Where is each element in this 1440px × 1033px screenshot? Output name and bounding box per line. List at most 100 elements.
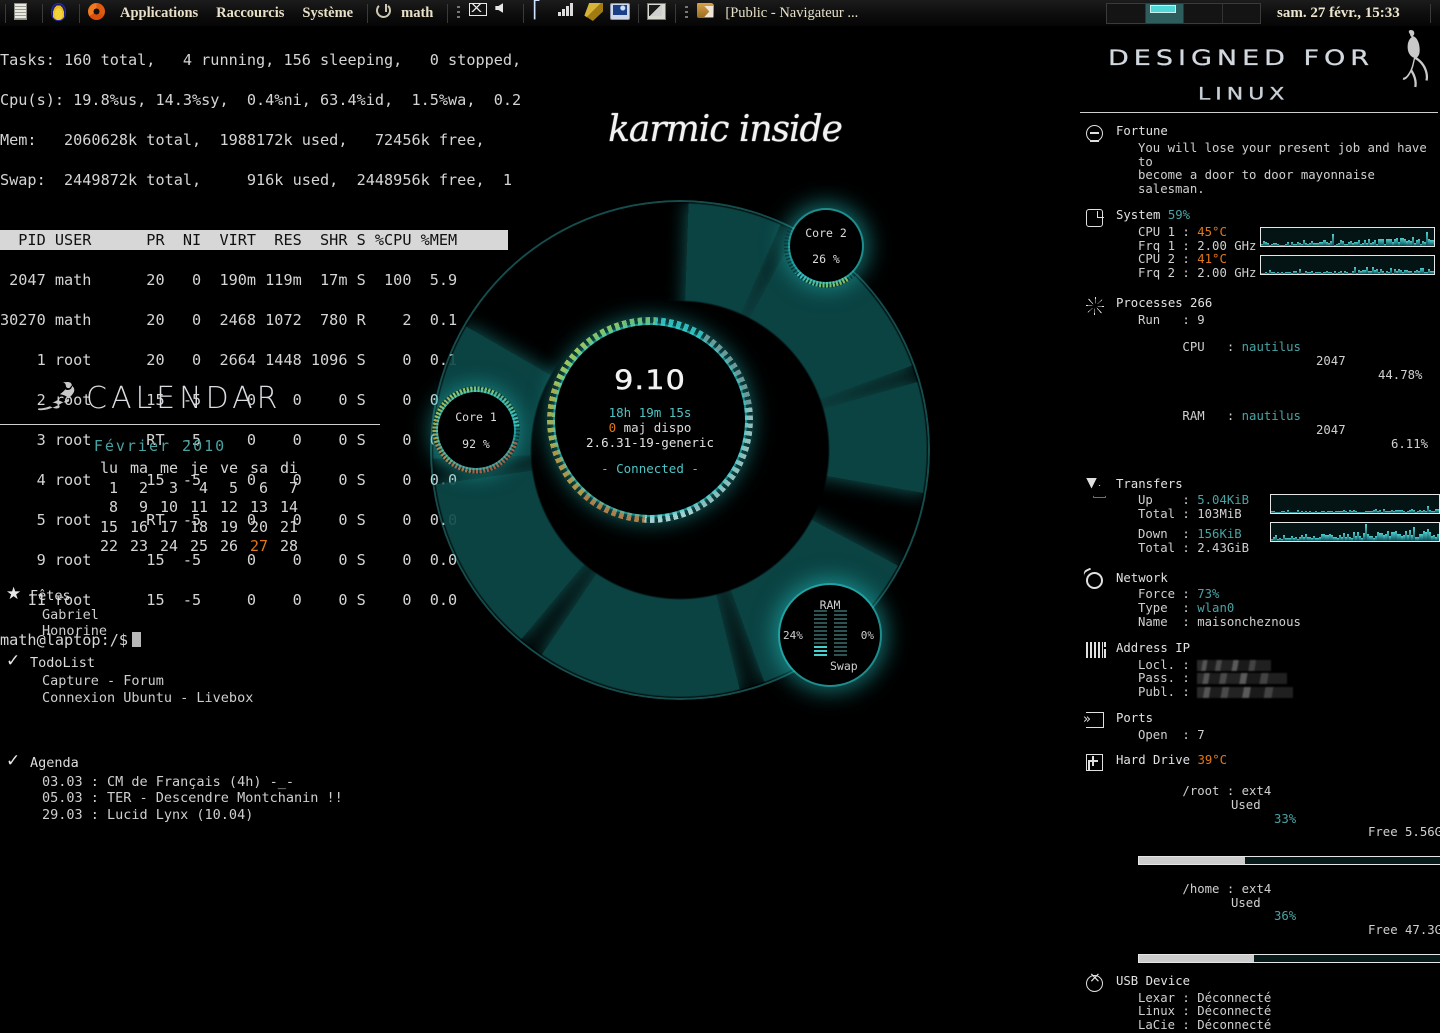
network-icon xyxy=(1086,571,1106,592)
panel-separator xyxy=(675,3,677,23)
swap-bar xyxy=(834,610,847,658)
terminal-summary-line: Tasks: 160 total, 4 running, 156 sleepin… xyxy=(0,51,522,69)
hard-drive-icon xyxy=(1086,754,1106,774)
session-user-label[interactable]: math xyxy=(399,5,442,22)
calendar-day: 20 xyxy=(249,517,268,536)
cpu2-graph xyxy=(1260,254,1435,275)
calendar-day: 22 xyxy=(99,537,118,555)
folder-icon[interactable] xyxy=(697,3,717,23)
banner-line-1: DESIGNED FOR xyxy=(1108,46,1375,71)
processes-row: Run : 9 xyxy=(1138,312,1205,327)
system-load: 59% xyxy=(1167,207,1191,222)
woman-silhouette-icon xyxy=(1394,28,1434,98)
root-usage-bar xyxy=(1138,856,1440,866)
panel-separator xyxy=(523,3,525,23)
list-item: Capture - Forum xyxy=(42,673,164,689)
upload-graph xyxy=(1270,493,1440,514)
hard-drive-section: Hard Drive 39°C /root : ext4 Used 33% Fr… xyxy=(1080,754,1440,963)
list-item: Connexion Ubuntu - Livebox xyxy=(42,689,254,706)
todo-agenda-widget: ★ Fêtes Gabriel Honorine ✓ TodoList Capt… xyxy=(0,586,420,840)
designed-for-linux-banner: DESIGNED FOR LINUX xyxy=(1080,30,1440,112)
upload-rate: 5.04KiB xyxy=(1197,493,1250,508)
taskbar-window-title[interactable]: [Public - Navigateur ... xyxy=(725,5,858,22)
cpu2-freq: 2.00 GHz xyxy=(1197,266,1257,281)
top-ram-process: nautilus xyxy=(1241,409,1301,424)
panel-separator xyxy=(79,3,80,23)
ports-icon xyxy=(1086,711,1106,732)
address-ip-section: Address IP Locl. : Pass. : Publ. : xyxy=(1080,640,1440,700)
uptime: 18h 19m 15s xyxy=(608,404,692,420)
weekday: ma xyxy=(129,459,148,477)
weekday: di xyxy=(279,459,298,477)
calendar-day: 5 xyxy=(228,478,238,497)
calendar-day: 15 xyxy=(99,517,118,536)
calendar-day: 14 xyxy=(279,498,298,516)
ssid-name: maisoncheznous xyxy=(1197,614,1301,629)
memory-node: RAM 24% 0% Swap xyxy=(780,585,880,685)
update-manager-icon[interactable] xyxy=(584,3,604,23)
core2-node: Core 2 26 % xyxy=(790,210,862,282)
panel-separator xyxy=(367,3,369,23)
volume-icon[interactable] xyxy=(495,3,515,23)
agenda-block: ✓ Agenda 03.03 : CM de Français (4h) -_-… xyxy=(0,753,420,822)
workspace-4[interactable] xyxy=(1223,4,1261,23)
upload-total: 103MiB xyxy=(1197,507,1242,522)
banner-line-2: LINUX xyxy=(1198,84,1290,105)
fortune-title: Fortune xyxy=(1116,124,1168,138)
menu-raccourcis[interactable]: Raccourcis xyxy=(207,5,293,22)
volume-row: /home : ext4 Used 36% Free 47.3GiB xyxy=(1116,869,1440,952)
fortune-line: You will lose your present job and have … xyxy=(1138,140,1427,169)
ubuntu-logo-icon[interactable] xyxy=(88,3,108,23)
tasklist-handle[interactable] xyxy=(685,5,689,21)
calendar-day: 9 xyxy=(138,498,148,516)
calendar-month-label: Février 2010 xyxy=(93,437,227,455)
bluetooth-icon[interactable]: ⎡ xyxy=(532,2,552,23)
fortune-line: salesman. xyxy=(1138,182,1205,197)
swap-value: 0% xyxy=(860,629,874,642)
home-mount: /home : ext4 xyxy=(1182,881,1272,896)
connection-status: - Connected - xyxy=(601,460,699,476)
wifi-signal-icon[interactable] xyxy=(558,3,578,23)
cpu1-temp: 45°C xyxy=(1197,224,1227,239)
usb-section: USB Device Lexar : Déconnecté Linux : Dé… xyxy=(1080,974,1440,1033)
top-ram-pid: 2047 xyxy=(1316,423,1346,438)
usb-row: Linux : Déconnecté xyxy=(1138,1004,1272,1019)
network-title: Network xyxy=(1116,570,1168,585)
calendar-day: 3 xyxy=(168,478,178,497)
power-icon[interactable] xyxy=(376,3,396,23)
address-ip-title: Address IP xyxy=(1116,640,1191,655)
bird-icon[interactable] xyxy=(51,3,71,23)
cpu2-temp: 41°C xyxy=(1197,252,1227,267)
calendar-week-row: 8 9 10 11 12 13 14 xyxy=(88,498,298,518)
display-icon[interactable] xyxy=(610,3,631,23)
list-item: 05.03 : TER - Descendre Montchanin !! xyxy=(42,790,343,806)
calendar-week-row: 1 2 3 4 5 6 7 xyxy=(88,479,298,499)
workspace-1[interactable] xyxy=(1107,4,1146,23)
clock[interactable]: sam. 27 févr., 15:33 xyxy=(1277,0,1400,27)
screenshot-icon[interactable] xyxy=(647,3,667,23)
divider xyxy=(0,424,380,425)
updates-available: 0 maj dispo xyxy=(609,420,692,435)
weekday: lu xyxy=(99,459,118,477)
mail-icon[interactable] xyxy=(469,3,489,23)
root-free: Free 5.56GiB xyxy=(1368,825,1440,840)
conky-sidebar: DESIGNED FOR LINUX Fortune You will lose… xyxy=(1080,30,1440,1032)
workspace-window-thumb xyxy=(1149,5,1176,13)
workspace-3[interactable] xyxy=(1184,4,1223,23)
menu-systeme[interactable]: Système xyxy=(293,5,362,22)
system-title: System 59% xyxy=(1116,207,1191,222)
text-editor-icon[interactable] xyxy=(14,3,34,23)
menu-applications[interactable]: Applications xyxy=(111,5,207,22)
workspace-2[interactable] xyxy=(1145,4,1184,23)
interface-type: wlan0 xyxy=(1197,601,1235,616)
calendar-title: CALENDAR xyxy=(86,380,282,416)
network-row: Force : 73% xyxy=(1138,587,1220,602)
applet-handle[interactable] xyxy=(457,5,461,21)
ports-title: Ports xyxy=(1116,710,1154,725)
ubuntu-version: 9.10 xyxy=(614,364,686,396)
home-usage-bar xyxy=(1138,953,1440,963)
calendar-day: 11 xyxy=(189,498,208,516)
calendar-day: 12 xyxy=(219,498,238,516)
top-ram-pct: 6.11% xyxy=(1391,436,1429,451)
workspace-switcher[interactable] xyxy=(1106,3,1261,24)
